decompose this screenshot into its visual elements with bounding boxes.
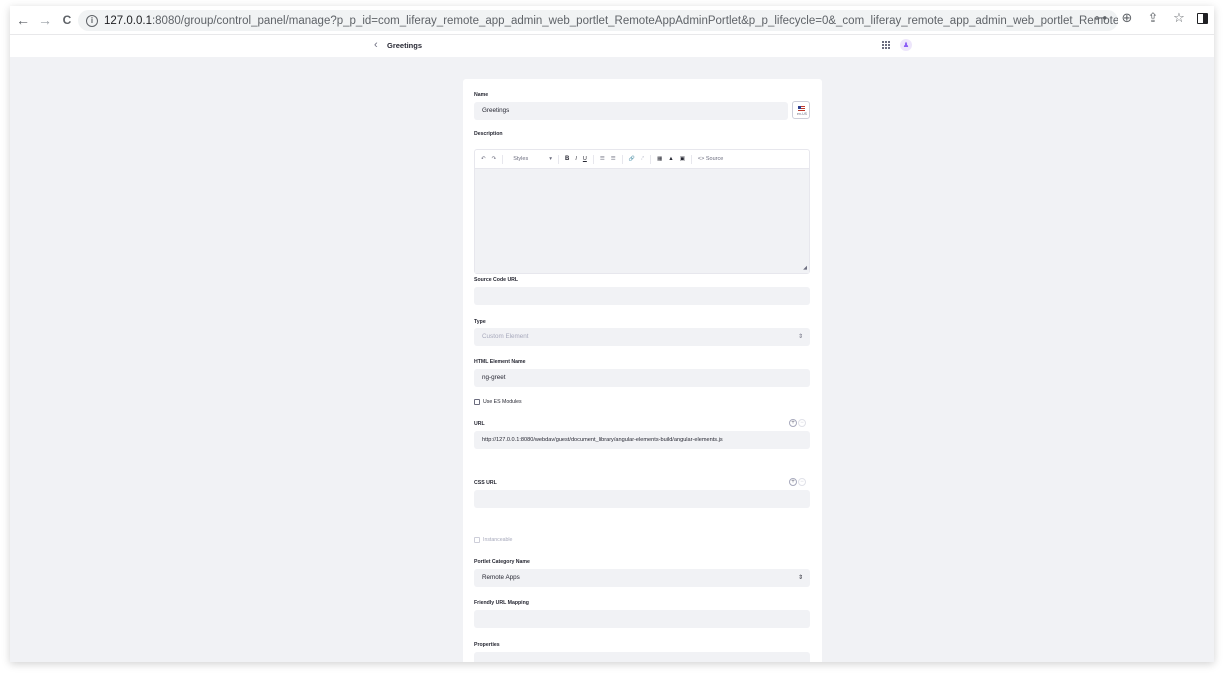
bookmark-star-icon[interactable]: ☆	[1171, 10, 1187, 26]
page-title: Greetings	[387, 41, 423, 50]
reload-icon[interactable]: C	[58, 11, 76, 29]
name-label: Name	[474, 92, 489, 98]
checkbox-box[interactable]	[474, 399, 480, 405]
bulleted-list-icon[interactable]: ☰	[600, 156, 605, 162]
redo-icon[interactable]: ↷	[492, 156, 497, 162]
apps-grid-icon[interactable]	[882, 41, 891, 50]
url-add-remove-controls: + −	[789, 419, 806, 427]
properties-input[interactable]	[474, 652, 810, 662]
editor-content-area[interactable]	[475, 169, 809, 273]
underline-button[interactable]: U	[583, 156, 587, 162]
us-flag-icon	[798, 106, 805, 111]
browser-actions: ⊶ ⊕ ⇪ ☆	[1093, 10, 1208, 26]
italic-button[interactable]: I	[575, 156, 577, 162]
type-selected-value: Custom Element	[482, 333, 529, 340]
remove-url-button[interactable]: −	[798, 419, 806, 427]
toolbar-divider	[502, 154, 504, 164]
forward-arrow-icon[interactable]: →	[36, 11, 54, 29]
user-avatar[interactable]: ♟	[900, 39, 912, 51]
add-url-button[interactable]: +	[789, 419, 797, 427]
checkbox-box[interactable]	[474, 537, 480, 543]
instanceable-label: Instanceable	[483, 537, 513, 543]
browser-toolbar: ← → C i 127.0.0.1:8080/group/control_pan…	[10, 6, 1214, 34]
share-icon[interactable]: ⇪	[1145, 10, 1161, 26]
toolbar-divider	[621, 154, 623, 164]
resize-handle-icon[interactable]: ◢	[803, 265, 807, 271]
html-element-name-input[interactable]: ng-greet	[474, 369, 810, 387]
remove-css-url-button[interactable]: −	[798, 478, 806, 486]
url-host: 127.0.0.1	[104, 14, 152, 27]
url-input[interactable]: http://127.0.0.1:8080/webdav/guest/docum…	[474, 431, 810, 449]
styles-label: Styles	[513, 156, 529, 162]
select-arrows-icon: ⇕	[797, 334, 803, 340]
unlink-icon[interactable]: ⤤	[641, 156, 644, 163]
use-es-modules-label: Use ES Modules	[483, 399, 522, 405]
back-arrow-icon[interactable]: ←	[14, 11, 32, 29]
friendly-url-mapping-label: Friendly URL Mapping	[474, 600, 529, 606]
browser-window: ← → C i 127.0.0.1:8080/group/control_pan…	[10, 6, 1214, 662]
side-panel-icon[interactable]	[1197, 12, 1208, 24]
source-code-url-input[interactable]	[474, 287, 810, 305]
portlet-category-selected-value: Remote Apps	[482, 574, 520, 581]
css-url-label: CSS URL	[474, 480, 497, 486]
site-info-icon[interactable]: i	[86, 14, 98, 27]
use-es-modules-checkbox[interactable]: Use ES Modules	[474, 399, 522, 405]
type-label: Type	[474, 319, 486, 325]
link-icon[interactable]: 🔗	[629, 156, 635, 162]
language-code: en-US	[797, 112, 807, 116]
description-rich-text-editor[interactable]: ↶ ↷ Styles ▾ B I U ☰ ☰ 🔗 ⤤ ▦ ▲ ▣ <> Sour…	[474, 149, 810, 274]
name-input[interactable]: Greetings	[474, 102, 788, 120]
back-chevron-icon[interactable]: ‹	[374, 39, 378, 51]
portlet-category-select[interactable]: Remote Apps ⇕	[474, 569, 810, 587]
language-selector-button[interactable]: en-US	[792, 101, 810, 119]
url-rest: :8080/group/control_panel/manage?p_p_id=…	[151, 14, 1118, 27]
description-label: Description	[474, 131, 503, 137]
portlet-category-name-label: Portlet Category Name	[474, 559, 530, 565]
toolbar-divider	[650, 154, 652, 164]
source-code-url-label: Source Code URL	[474, 277, 519, 283]
url-label: URL	[474, 421, 485, 427]
source-button[interactable]: <> Source	[698, 156, 723, 162]
url-text: 127.0.0.1:8080/group/control_panel/manag…	[104, 15, 1118, 27]
toolbar-divider	[592, 154, 594, 164]
add-css-url-button[interactable]: +	[789, 478, 797, 486]
type-select[interactable]: Custom Element ⇕	[474, 328, 810, 346]
table-icon[interactable]: ▦	[657, 156, 662, 162]
password-key-icon[interactable]: ⊶	[1093, 10, 1109, 26]
remote-app-form: Name Greetings en-US Description ↶ ↷ Sty…	[463, 79, 822, 662]
toolbar-divider	[690, 154, 692, 164]
html-element-name-label: HTML Element Name	[474, 359, 526, 365]
app-header: ‹ Greetings ♟	[10, 34, 1214, 57]
numbered-list-icon[interactable]: ☰	[611, 156, 616, 162]
friendly-url-mapping-input[interactable]	[474, 610, 810, 628]
address-bar[interactable]: i 127.0.0.1:8080/group/control_panel/man…	[78, 10, 1118, 31]
undo-icon[interactable]: ↶	[481, 156, 486, 162]
video-icon[interactable]: ▣	[680, 156, 685, 162]
bold-button[interactable]: B	[565, 156, 569, 162]
image-icon[interactable]: ▲	[668, 156, 673, 162]
css-url-add-remove-controls: + −	[789, 478, 806, 486]
properties-label: Properties	[474, 642, 500, 648]
styles-chevron-icon[interactable]: ▾	[549, 156, 552, 162]
zoom-icon[interactable]: ⊕	[1119, 10, 1135, 26]
styles-dropdown[interactable]: Styles	[509, 156, 543, 162]
css-url-input[interactable]	[474, 490, 810, 508]
toolbar-divider	[557, 154, 559, 164]
select-arrows-icon: ⇕	[797, 575, 803, 581]
instanceable-checkbox[interactable]: Instanceable	[474, 537, 512, 543]
editor-toolbar: ↶ ↷ Styles ▾ B I U ☰ ☰ 🔗 ⤤ ▦ ▲ ▣ <> Sour…	[475, 150, 809, 169]
